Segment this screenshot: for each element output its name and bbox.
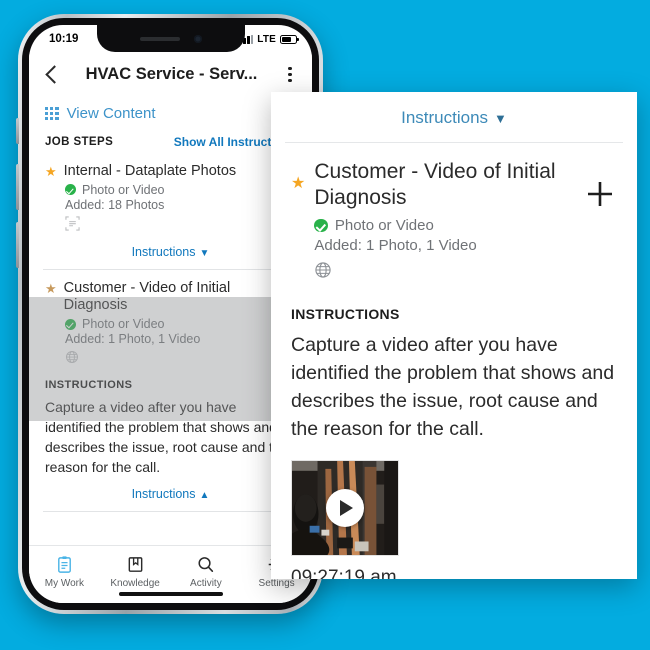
job-step-details: Photo or Video Added: 18 Photos: [65, 183, 296, 236]
phone-volume-up-button: [16, 164, 19, 210]
page-title: HVAC Service - Serv...: [85, 65, 258, 83]
job-step-status: Photo or Video: [82, 182, 165, 197]
chevron-up-icon: ▲: [199, 489, 210, 501]
instructions-toggle[interactable]: Instructions ▼: [45, 236, 296, 269]
instructions-text: Capture a video after you have identifie…: [291, 334, 615, 440]
star-icon: ★: [45, 164, 57, 179]
job-step-title: Internal - Dataplate Photos: [63, 163, 237, 179]
tab-my-work[interactable]: My Work: [29, 553, 100, 589]
chevron-down-icon: ▼: [199, 247, 210, 259]
chevron-down-icon: ▼: [494, 111, 507, 126]
globe-icon[interactable]: [65, 350, 296, 369]
panel-status: Photo or Video: [334, 217, 434, 235]
job-step-card[interactable]: ★ Internal - Dataplate Photos Photo or V…: [29, 157, 312, 269]
job-step-heading: ★ Customer - Video of Initial Diagnosis: [45, 280, 296, 315]
instructions-toggle-label: Instructions: [131, 244, 196, 259]
job-step-status-row: Photo or Video: [65, 183, 296, 197]
check-circle-icon: [65, 184, 76, 196]
job-steps-header: JOB STEPS Show All Instructions: [29, 131, 312, 157]
panel-status-row: Photo or Video: [314, 217, 583, 234]
add-media-button[interactable]: [583, 179, 617, 284]
back-icon[interactable]: [43, 66, 61, 84]
grid-apps-icon: [45, 106, 59, 121]
tab-activity[interactable]: Activity: [171, 553, 242, 589]
instructions-toggle[interactable]: Instructions ▲: [45, 478, 296, 511]
video-thumbnail[interactable]: [291, 459, 399, 556]
phone-screen: 10:19 LTE HVAC Service - Serv... View Co…: [29, 25, 312, 603]
panel-header[interactable]: Instructions ▼: [271, 92, 637, 142]
tab-label: My Work: [44, 578, 84, 589]
check-circle-icon: [65, 318, 76, 330]
divider: [43, 510, 298, 512]
job-steps-label: JOB STEPS: [45, 136, 114, 148]
star-icon: ★: [45, 280, 57, 296]
plus-icon: [588, 182, 612, 206]
clipboard-icon: [29, 553, 100, 575]
media-timestamp: 09:27:19 am: [291, 566, 397, 579]
battery-icon: [280, 34, 299, 44]
tab-knowledge[interactable]: Knowledge: [100, 553, 171, 589]
job-step-card[interactable]: ★ Customer - Video of Initial Diagnosis …: [29, 269, 312, 511]
instructions-text: Capture a video after you have identifie…: [45, 399, 289, 475]
panel-added: Added: 1 Photo, 1 Video: [314, 237, 477, 255]
kebab-menu-icon[interactable]: [282, 67, 298, 82]
search-icon: [171, 553, 242, 575]
panel-step-info: ★ Customer - Video of Initial Diagnosis …: [291, 159, 583, 284]
media-gallery: [271, 444, 637, 556]
job-step-heading: ★ Internal - Dataplate Photos: [45, 163, 296, 181]
book-icon: [100, 553, 171, 575]
job-step-details: Photo or Video Added: 1 Photo, 1 Video: [65, 317, 296, 369]
star-icon: ★: [291, 175, 306, 192]
phone-silent-switch: [16, 118, 19, 144]
status-bar-indicators: LTE: [239, 33, 299, 45]
job-step-status: Photo or Video: [82, 317, 165, 332]
dataplate-scan-icon[interactable]: [65, 216, 296, 236]
job-step-title: Customer - Video of Initial Diagnosis: [63, 279, 231, 314]
status-bar-time: 10:19: [49, 33, 79, 45]
instructions-section-label: INSTRUCTIONS: [291, 306, 400, 323]
panel-title: Instructions: [401, 108, 489, 127]
job-step-status-row: Photo or Video: [65, 317, 296, 331]
view-content-label: View Content: [66, 105, 156, 122]
tab-label: Settings: [258, 578, 295, 589]
earpiece-speaker: [139, 36, 180, 41]
panel-step-row: ★ Customer - Video of Initial Diagnosis …: [271, 143, 637, 284]
tab-label: Knowledge: [110, 578, 160, 589]
view-content-button[interactable]: View Content: [29, 98, 312, 131]
front-camera: [193, 34, 202, 43]
panel-step-title: Customer - Video of Initial Diagnosis: [314, 160, 556, 209]
instructions-toggle-label: Instructions: [131, 486, 196, 501]
app-header: HVAC Service - Serv...: [29, 53, 312, 98]
phone-volume-down-button: [16, 222, 19, 268]
home-indicator: [118, 591, 223, 596]
play-icon[interactable]: [326, 488, 364, 527]
job-step-added: Added: 1 Photo, 1 Video: [65, 332, 201, 347]
globe-icon[interactable]: [314, 261, 583, 284]
instructions-panel: Instructions ▼ ★ Customer - Video of Init…: [271, 92, 637, 579]
network-type-label: LTE: [257, 33, 276, 45]
check-circle-icon: [314, 218, 328, 233]
tab-label: Activity: [190, 578, 222, 589]
instructions-section-label: INSTRUCTIONS: [45, 379, 133, 392]
job-step-added: Added: 18 Photos: [65, 197, 165, 212]
phone-notch: [96, 25, 245, 52]
